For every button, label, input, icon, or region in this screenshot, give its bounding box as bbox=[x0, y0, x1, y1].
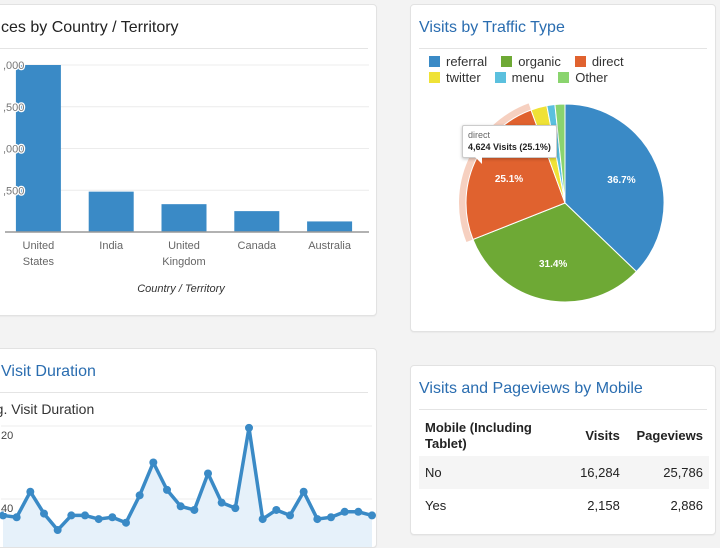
bar bbox=[234, 211, 280, 232]
data-point bbox=[12, 513, 21, 522]
x-tick-label: Kingdom bbox=[162, 256, 205, 268]
cell-pageviews: 2,886 bbox=[670, 498, 703, 513]
cell-mobile: Yes bbox=[425, 498, 447, 513]
traffic-type-panel: Visits by Traffic Type referral organic di… bbox=[410, 4, 716, 332]
data-point bbox=[204, 469, 212, 478]
data-point bbox=[340, 507, 349, 516]
data-point bbox=[94, 515, 103, 524]
data-point bbox=[231, 504, 240, 513]
data-point bbox=[258, 515, 267, 524]
country-panel: ces by Country / Territory United States I… bbox=[0, 4, 377, 316]
data-point bbox=[108, 513, 117, 522]
data-point bbox=[327, 513, 335, 522]
bar bbox=[307, 221, 353, 232]
country-bar-chart: United States India United Kingdom Canada Aust… bbox=[2, 59, 369, 295]
x-axis-title: Country / Territory bbox=[137, 283, 226, 295]
visit-duration-panel: Visit Duration rg. Visit Duration 40 20 bbox=[0, 348, 377, 548]
data-point bbox=[26, 487, 35, 496]
data-point bbox=[217, 498, 226, 507]
y-tick-label: 40 bbox=[1, 503, 13, 515]
column-header-pageviews[interactable]: Pageviews bbox=[626, 416, 709, 456]
y-tick-label: ,000 bbox=[3, 144, 24, 156]
cell-mobile: No bbox=[419, 456, 571, 489]
divider bbox=[419, 409, 707, 410]
pie-data-label: 25.1% bbox=[495, 174, 523, 185]
mobile-panel: Visits and Pageviews by Mobile Mobile (I… bbox=[410, 365, 716, 535]
x-tick-label: Canada bbox=[238, 240, 277, 252]
cell-visits: 16,284 bbox=[571, 456, 626, 489]
data-point bbox=[286, 511, 294, 520]
y-tick-label: ,500 bbox=[3, 185, 24, 197]
tooltip-label: direct bbox=[468, 130, 491, 140]
data-point bbox=[245, 423, 253, 432]
data-point bbox=[190, 505, 199, 514]
table-header-row: Mobile (Including Tablet) Visits Pagevie… bbox=[419, 416, 709, 456]
x-tick-label: Australia bbox=[308, 240, 352, 252]
duration-line-chart: 40 20 bbox=[0, 423, 376, 547]
x-tick-label: United bbox=[168, 240, 200, 252]
data-point bbox=[135, 491, 144, 500]
column-header-mobile[interactable]: Mobile (Including Tablet) bbox=[419, 416, 571, 456]
pie-tooltip: direct 4,624 Visits (25.1%) bbox=[462, 125, 557, 164]
data-point bbox=[176, 502, 185, 511]
x-tick-label: States bbox=[23, 256, 55, 268]
panel-title[interactable]: Visits and Pageviews by Mobile bbox=[419, 380, 643, 398]
cell-visits: 2,158 bbox=[587, 498, 620, 513]
data-point bbox=[313, 515, 322, 524]
data-point bbox=[81, 511, 89, 520]
data-point bbox=[122, 518, 130, 527]
y-tick-label: 20 bbox=[1, 430, 13, 442]
y-tick-label: ,500 bbox=[3, 102, 24, 114]
data-point bbox=[299, 487, 308, 496]
bar bbox=[88, 191, 134, 232]
data-point bbox=[53, 526, 62, 535]
pie-data-label: 31.4% bbox=[539, 259, 567, 270]
data-point bbox=[368, 511, 376, 520]
data-point bbox=[67, 511, 76, 520]
traffic-pie-chart: 36.7% 31.4% 25.1% bbox=[459, 103, 665, 303]
cell-pageviews: 25,786 bbox=[625, 456, 709, 489]
mobile-table: Mobile (Including Tablet) Visits Pagevie… bbox=[419, 416, 709, 522]
pie-data-label: 36.7% bbox=[607, 175, 635, 186]
table-row: Yes 2,158 2,886 bbox=[419, 489, 709, 522]
data-point bbox=[149, 458, 158, 467]
x-tick-label: India bbox=[99, 240, 124, 252]
data-point bbox=[40, 509, 48, 518]
data-point bbox=[163, 485, 171, 494]
tooltip-value: 4,624 Visits (25.1%) bbox=[468, 142, 551, 152]
y-tick-label: ,000 bbox=[3, 60, 24, 72]
bar bbox=[161, 204, 207, 232]
table-row: No 16,284 25,786 bbox=[419, 456, 709, 489]
data-point bbox=[272, 505, 281, 514]
data-point bbox=[354, 507, 363, 516]
x-tick-label: United bbox=[23, 240, 55, 252]
column-header-visits[interactable]: Visits bbox=[571, 416, 626, 456]
